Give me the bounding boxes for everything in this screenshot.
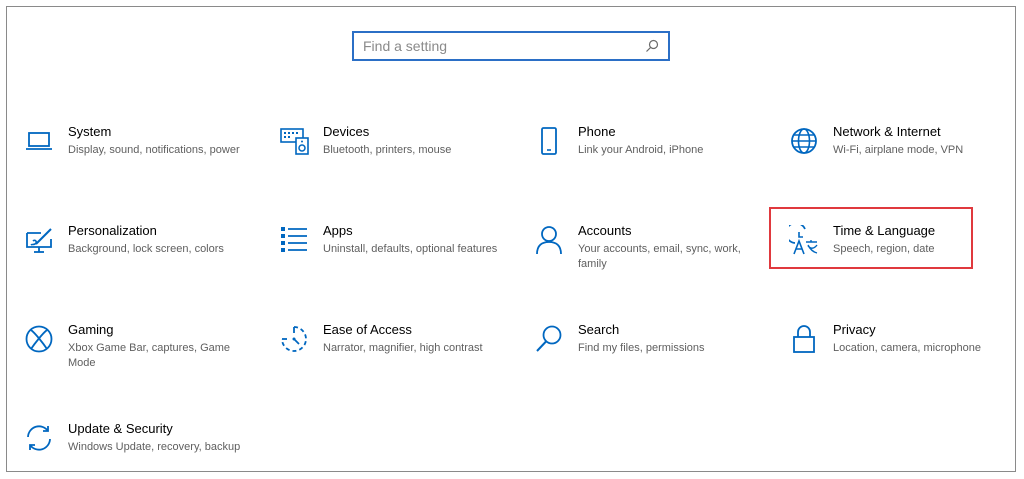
tile-description: Find my files, permissions: [578, 342, 705, 354]
lock-icon: [787, 322, 821, 356]
search-input[interactable]: Find a setting: [352, 31, 670, 61]
tile-description: Your accounts, email, sync, work, family: [578, 243, 741, 270]
tile-description: Link your Android, iPhone: [578, 144, 704, 156]
tile-system[interactable]: System Display, sound, notifications, po…: [22, 122, 257, 202]
tile-description: Bluetooth, printers, mouse: [323, 144, 452, 156]
tile-title: Accounts: [578, 223, 632, 238]
tile-search[interactable]: Search Find my files, permissions: [532, 320, 767, 400]
tile-title: Gaming: [68, 322, 114, 337]
globe-icon: [787, 124, 821, 158]
tile-description: Windows Update, recovery, backup: [68, 441, 241, 453]
tile-title: Search: [578, 322, 620, 337]
tile-description: Location, camera, microphone: [833, 342, 981, 354]
tile-title: Privacy: [833, 322, 876, 337]
tile-devices[interactable]: Devices Bluetooth, printers, mouse: [277, 122, 512, 202]
tile-privacy[interactable]: Privacy Location, camera, microphone: [787, 320, 1022, 400]
tile-title: Update & Security: [68, 421, 173, 436]
tile-personalization[interactable]: Personalization Background, lock screen,…: [22, 221, 257, 301]
tile-description: Uninstall, defaults, optional features: [323, 243, 498, 255]
ease-of-access-icon: [277, 322, 311, 356]
phone-icon: [532, 124, 566, 158]
tile-network-internet[interactable]: Network & Internet Wi-Fi, airplane mode,…: [787, 122, 1022, 202]
laptop-icon: [22, 124, 56, 158]
tile-title: Personalization: [68, 223, 157, 238]
tile-title: Devices: [323, 124, 370, 139]
person-icon: [532, 223, 566, 257]
tile-apps[interactable]: Apps Uninstall, defaults, optional featu…: [277, 221, 512, 301]
tile-title: Phone: [578, 124, 616, 139]
tile-description: Display, sound, notifications, power: [68, 144, 240, 156]
keyboard-speaker-icon: [277, 124, 311, 158]
highlight-box: [769, 207, 973, 269]
search-placeholder: Find a setting: [363, 38, 448, 54]
tile-accounts[interactable]: Accounts Your accounts, email, sync, wor…: [532, 221, 767, 301]
tile-title: Network & Internet: [833, 124, 941, 139]
sync-icon: [22, 421, 56, 455]
tile-update-security[interactable]: Update & Security Windows Update, recove…: [22, 419, 257, 479]
tile-description: Background, lock screen, colors: [68, 243, 224, 255]
paint-monitor-icon: [22, 223, 56, 257]
tile-description: Wi-Fi, airplane mode, VPN: [833, 144, 964, 156]
tile-title: System: [68, 124, 112, 139]
tile-description: Narrator, magnifier, high contrast: [323, 342, 483, 354]
tile-gaming[interactable]: Gaming Xbox Game Bar, captures, Game Mod…: [22, 320, 257, 400]
tile-title: Ease of Access: [323, 322, 412, 337]
tile-title: Apps: [323, 223, 353, 238]
search-icon[interactable]: [644, 38, 660, 54]
tile-phone[interactable]: Phone Link your Android, iPhone: [532, 122, 767, 202]
apps-list-icon: [277, 223, 311, 257]
tile-ease-of-access[interactable]: Ease of Access Narrator, magnifier, high…: [277, 320, 512, 400]
tile-description: Xbox Game Bar, captures, Game Mode: [68, 342, 231, 369]
xbox-icon: [22, 322, 56, 356]
search-icon: [532, 322, 566, 356]
